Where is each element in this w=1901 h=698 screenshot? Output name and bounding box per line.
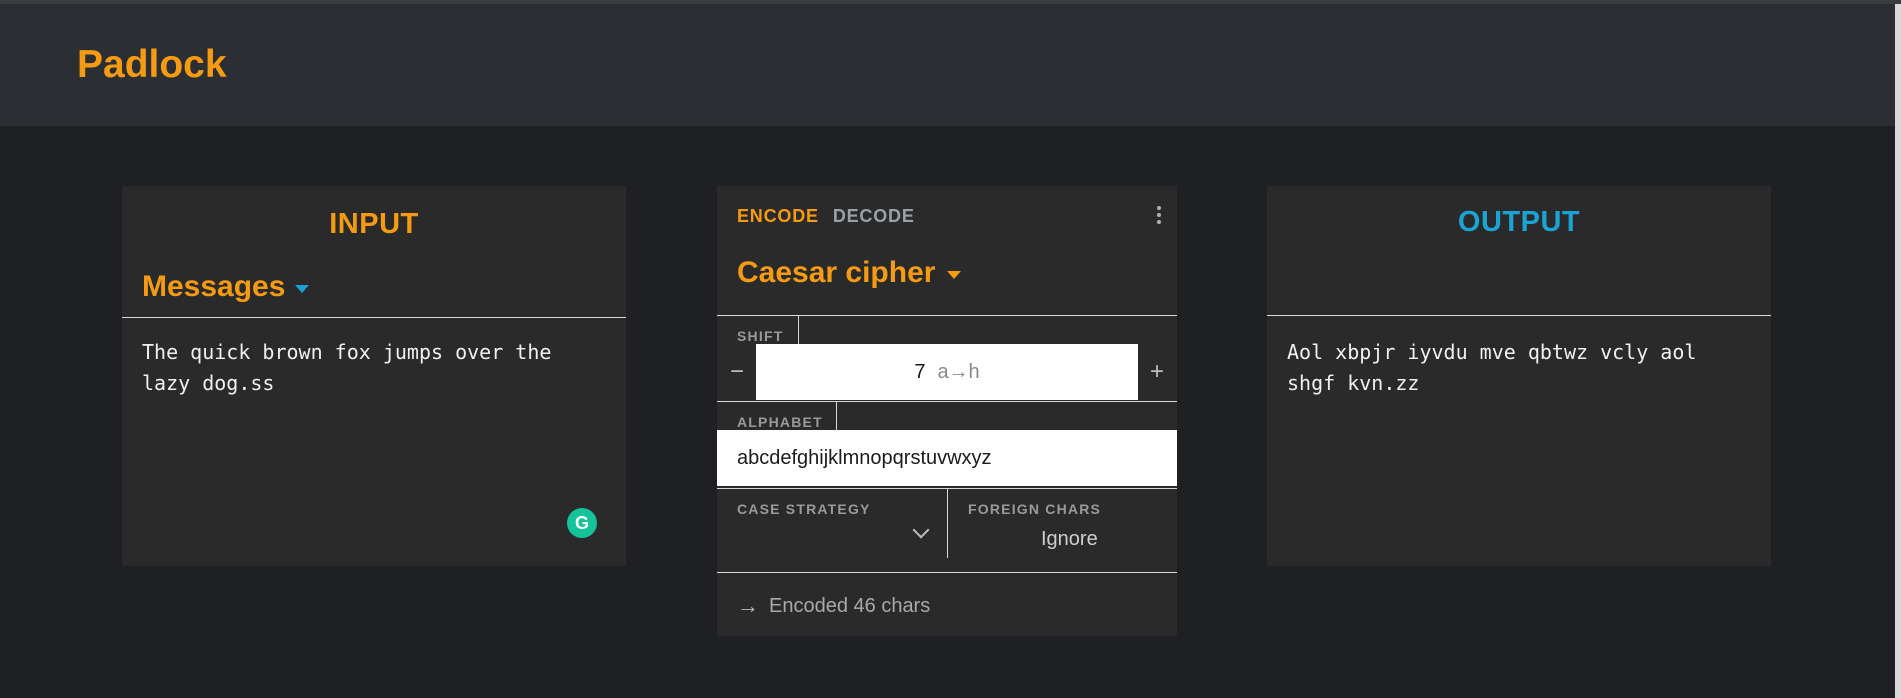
mode-tabs: ENCODE DECODE	[737, 206, 915, 227]
shift-divider	[717, 401, 1177, 402]
alphabet-label: ALPHABET	[737, 414, 823, 430]
shift-label-border	[798, 316, 799, 344]
input-panel: INPUT Messages The quick brown fox jumps…	[122, 186, 626, 566]
more-options-icon[interactable]	[1157, 206, 1161, 224]
input-format-select[interactable]: Messages	[142, 270, 310, 304]
tab-encode[interactable]: ENCODE	[737, 206, 819, 227]
output-textarea[interactable]: Aol xbpjr iyvdu mve qbtwz vcly aol shgf …	[1287, 337, 1747, 399]
input-textarea[interactable]: The quick brown fox jumps over the lazy …	[142, 337, 602, 399]
shift-stepper: − 7 a→h +	[717, 344, 1177, 400]
shift-input[interactable]: 7 a→h	[756, 344, 1138, 400]
shift-increment-button[interactable]: +	[1137, 344, 1177, 400]
output-panel: OUTPUT Aol xbpjr iyvdu mve qbtwz vcly ao…	[1267, 186, 1771, 566]
case-strategy-select[interactable]	[717, 488, 947, 558]
dropdown-caret-icon	[947, 271, 962, 279]
cipher-select-label: Caesar cipher	[737, 256, 936, 289]
input-format-label: Messages	[142, 270, 286, 303]
app-bar: Padlock	[0, 4, 1895, 126]
output-heading: OUTPUT	[1457, 206, 1581, 238]
shift-mapping: a→h	[937, 360, 980, 383]
status-line: → Encoded 46 chars	[737, 593, 930, 619]
window-scrollbar[interactable]	[1895, 4, 1901, 698]
alphabet-input[interactable]: abcdefghijklmnopqrstuvwxyz	[717, 430, 1177, 486]
arrow-right-icon: →	[737, 593, 759, 618]
foreign-chars-select[interactable]: Ignore	[948, 488, 1177, 558]
input-heading: INPUT	[329, 208, 419, 240]
chevron-down-icon	[912, 521, 930, 539]
tab-decode[interactable]: DECODE	[833, 206, 915, 227]
input-divider	[122, 317, 626, 318]
shift-value: 7	[914, 360, 926, 383]
output-divider	[1267, 315, 1771, 316]
cipher-panel: ENCODE DECODE Caesar cipher SHIFT − 7 a→…	[717, 186, 1177, 636]
grammarly-icon[interactable]: G	[567, 508, 597, 538]
foreign-chars-value: Ignore	[1041, 528, 1098, 550]
cipher-select[interactable]: Caesar cipher	[737, 256, 962, 290]
app-title: Padlock	[77, 43, 227, 86]
status-text: Encoded 46 chars	[769, 594, 931, 617]
dropdown-caret-icon	[295, 285, 310, 293]
options-divider	[717, 572, 1177, 573]
shift-decrement-button[interactable]: −	[717, 344, 757, 400]
alphabet-label-border	[836, 402, 837, 430]
shift-label: SHIFT	[737, 328, 784, 344]
cipher-divider	[717, 315, 1177, 316]
